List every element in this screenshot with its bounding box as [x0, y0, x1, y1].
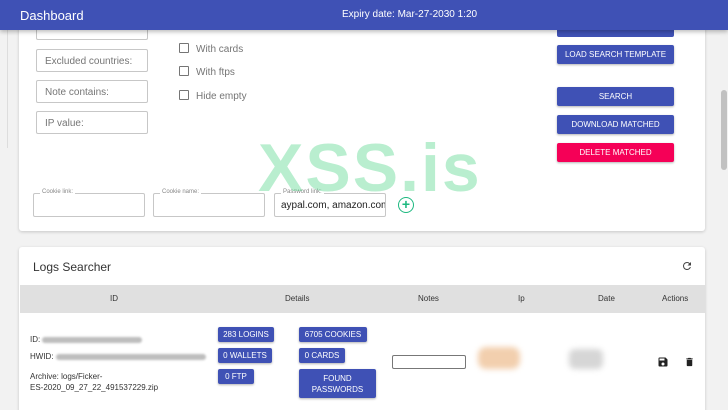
cards-chip[interactable]: 0 CARDS: [299, 348, 345, 363]
col-id: ID: [110, 294, 118, 303]
with-cards-checkbox[interactable]: With cards: [179, 43, 243, 55]
save-icon[interactable]: [657, 356, 669, 368]
row-hwid-label: HWID:: [30, 352, 54, 361]
found-passwords-line1: FOUND: [323, 374, 352, 383]
page-title: Dashboard: [20, 8, 84, 23]
note-contains-input[interactable]: Note contains:: [36, 80, 148, 103]
with-ftps-checkbox[interactable]: With ftps: [179, 66, 235, 78]
row-hwid: HWID:: [30, 352, 206, 361]
redacted-date: [569, 349, 603, 369]
col-notes: Notes: [418, 294, 439, 303]
cookie-name-field[interactable]: Cookie name:: [153, 189, 265, 217]
row-archive-cont: ES-2020_09_27_22_491537229.zip: [30, 383, 159, 392]
checkbox-box[interactable]: [179, 66, 189, 76]
cookie-name-label: Cookie name:: [160, 189, 202, 195]
cookies-chip[interactable]: 6705 COOKIES: [299, 327, 367, 342]
expiry-date: Expiry date: Mar-27-2030 1:20: [342, 9, 478, 20]
watermark: XSS.is: [258, 130, 482, 206]
excluded-countries-input[interactable]: Excluded countries:: [36, 49, 148, 72]
found-passwords-line2: PASSWORDS: [311, 385, 364, 394]
cookie-link-label: Cookie link:: [40, 189, 76, 195]
with-cards-label: With cards: [196, 44, 244, 55]
button-cut-top[interactable]: [557, 30, 674, 37]
col-actions: Actions: [662, 294, 689, 303]
redacted-value: [42, 336, 143, 343]
row-id-label: ID:: [30, 335, 41, 344]
download-matched-button[interactable]: DOWNLOAD MATCHED: [557, 115, 674, 134]
divider: [7, 30, 8, 148]
ftp-chip[interactable]: 0 FTP: [218, 369, 254, 384]
logins-chip[interactable]: 283 LOGINS: [218, 327, 274, 342]
scrollbar[interactable]: [720, 30, 728, 410]
logs-title: Logs Searcher: [33, 260, 112, 274]
included-countries-input[interactable]: [36, 30, 148, 40]
app-bar: Dashboard Expiry date: Mar-27-2030 1:20: [0, 0, 728, 30]
hide-empty-checkbox[interactable]: Hide empty: [179, 90, 247, 102]
search-button[interactable]: SEARCH: [557, 87, 674, 106]
row-id: ID:: [30, 335, 143, 344]
ip-value-input[interactable]: IP value:: [36, 111, 148, 134]
checkbox-box[interactable]: [179, 90, 189, 100]
cookie-link-field[interactable]: Cookie link:: [33, 189, 145, 217]
hide-empty-label: Hide empty: [196, 91, 247, 102]
found-passwords-chip[interactable]: FOUND PASSWORDS: [299, 369, 376, 398]
delete-matched-button[interactable]: DELETE MATCHED: [557, 143, 674, 162]
with-ftps-label: With ftps: [196, 67, 235, 78]
wallets-chip[interactable]: 0 WALLETS: [218, 348, 272, 363]
notes-input[interactable]: [392, 355, 466, 369]
scrollbar-thumb[interactable]: [721, 90, 727, 170]
col-ip: Ip: [518, 294, 525, 303]
checkbox-box[interactable]: [179, 43, 189, 53]
row-archive: Archive: logs/Ficker-: [30, 372, 103, 381]
refresh-icon[interactable]: [681, 260, 693, 272]
col-details: Details: [285, 294, 310, 303]
delete-icon[interactable]: [684, 356, 695, 368]
redacted-ip: [478, 347, 520, 369]
load-search-template-button[interactable]: LOAD SEARCH TEMPLATE: [557, 45, 674, 64]
redacted-value: [55, 353, 206, 360]
col-date: Date: [598, 294, 615, 303]
